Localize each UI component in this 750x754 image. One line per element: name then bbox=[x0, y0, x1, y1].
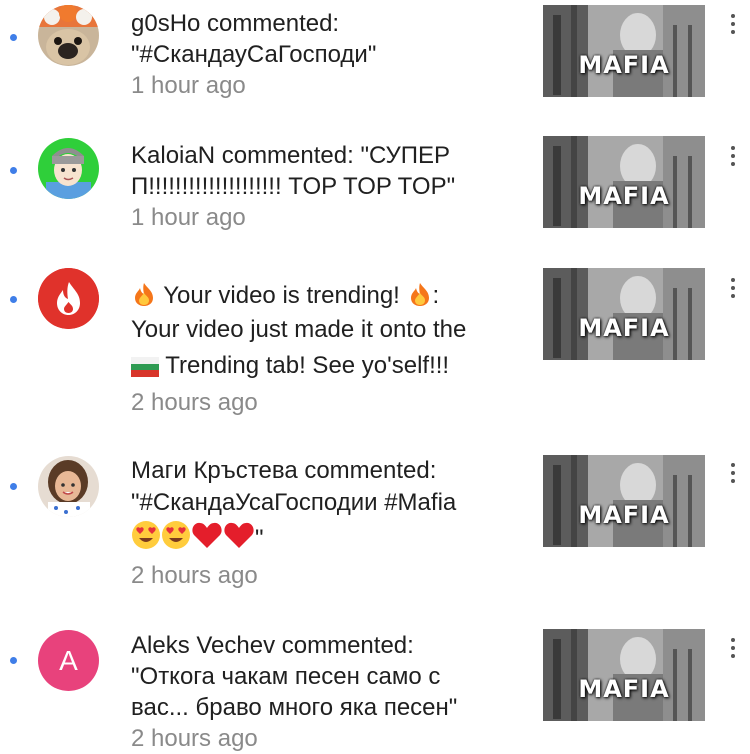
notification-time: 2 hours ago bbox=[131, 562, 258, 589]
notification-line: " bbox=[255, 525, 264, 552]
trending-flame-icon[interactable] bbox=[38, 268, 99, 329]
notification-time: 1 hour ago bbox=[131, 72, 246, 99]
notification-item[interactable]: g0sHo commented: "#СкандауСаГосподи" 1 h… bbox=[0, 0, 750, 130]
notification-item[interactable]: A Aleks Vechev commented: "Откога чакам … bbox=[0, 620, 750, 752]
notification-line: Your video just made it onto the bbox=[131, 316, 467, 343]
notification-line: "#СкандауСаГосподи" bbox=[131, 41, 377, 68]
notification-time: 2 hours ago bbox=[131, 389, 258, 416]
more-options-icon[interactable] bbox=[726, 638, 740, 662]
heart-eyes-emoji-icon bbox=[162, 521, 190, 549]
video-thumbnail[interactable]: MAFIA bbox=[543, 136, 705, 228]
notification-line: Маги Кръстева commented: bbox=[131, 457, 437, 484]
notification-text: Aleks Vechev commented: "Откога чакам пе… bbox=[131, 630, 506, 754]
notification-line: "#СкандаУсаГосподии #Mafia bbox=[131, 489, 457, 516]
notification-line: Your video is trending! bbox=[163, 282, 400, 309]
letter-a-avatar-icon[interactable]: A bbox=[38, 630, 99, 691]
more-options-icon[interactable] bbox=[726, 14, 740, 38]
girl-avatar-icon[interactable] bbox=[38, 456, 99, 517]
video-thumbnail[interactable]: MAFIA bbox=[543, 629, 705, 721]
notification-line: П!!!!!!!!!!!!!!!!!!!! TOP TOP TOP" bbox=[131, 173, 456, 200]
notification-item[interactable]: KaloiaN commented: "СУПЕР П!!!!!!!!!!!!!… bbox=[0, 130, 750, 260]
notification-line: : bbox=[432, 282, 440, 309]
video-thumbnail[interactable]: MAFIA bbox=[543, 5, 705, 97]
unread-dot bbox=[10, 167, 17, 174]
notification-text: KaloiaN commented: "СУПЕР П!!!!!!!!!!!!!… bbox=[131, 140, 506, 233]
thumbnail-title: MAFIA bbox=[578, 182, 670, 210]
heart-eyes-emoji-icon bbox=[132, 521, 160, 549]
notification-line: KaloiaN commented: "СУПЕР bbox=[131, 142, 451, 169]
pug-avatar-icon[interactable] bbox=[38, 5, 99, 66]
notification-line: вас... браво много яка песен" bbox=[131, 694, 458, 721]
notification-text: Your video is trending! : Your video jus… bbox=[131, 279, 506, 421]
red-heart-emoji-icon bbox=[224, 522, 254, 548]
notification-time: 1 hour ago bbox=[131, 204, 246, 231]
thumbnail-title: MAFIA bbox=[578, 51, 670, 79]
notification-line: Trending tab! See yo'self!!! bbox=[165, 352, 450, 379]
more-options-icon[interactable] bbox=[726, 278, 740, 302]
avatar-letter: A bbox=[59, 645, 78, 676]
thumbnail-title: MAFIA bbox=[578, 675, 670, 703]
notification-line: Aleks Vechev commented: bbox=[131, 632, 414, 659]
notification-line: g0sHo commented: bbox=[131, 10, 340, 37]
notification-item[interactable]: Маги Кръстева commented: "#СкандаУсаГосп… bbox=[0, 445, 750, 615]
unread-dot bbox=[10, 34, 17, 41]
video-thumbnail[interactable]: MAFIA bbox=[543, 455, 705, 547]
bulgaria-flag-icon bbox=[131, 357, 159, 377]
fire-emoji-icon bbox=[135, 283, 153, 306]
more-options-icon[interactable] bbox=[726, 146, 740, 170]
notification-text: Маги Кръстева commented: "#СкандаУсаГосп… bbox=[131, 455, 506, 593]
notification-text: g0sHo commented: "#СкандауСаГосподи" 1 h… bbox=[131, 8, 506, 101]
unread-dot bbox=[10, 657, 17, 664]
notification-line: "Откога чакам песен само с bbox=[131, 663, 441, 690]
thumbnail-title: MAFIA bbox=[578, 314, 670, 342]
red-heart-emoji-icon bbox=[192, 522, 222, 548]
fire-emoji-icon bbox=[410, 283, 429, 306]
cartoon-boy-avatar-icon[interactable] bbox=[38, 138, 99, 199]
unread-dot bbox=[10, 296, 17, 303]
notification-list: g0sHo commented: "#СкандауСаГосподи" 1 h… bbox=[0, 0, 750, 752]
unread-dot bbox=[10, 483, 17, 490]
more-options-icon[interactable] bbox=[726, 463, 740, 487]
video-thumbnail[interactable]: MAFIA bbox=[543, 268, 705, 360]
thumbnail-title: MAFIA bbox=[578, 501, 670, 529]
notification-item[interactable]: Your video is trending! : Your video jus… bbox=[0, 260, 750, 435]
notification-time: 2 hours ago bbox=[131, 725, 258, 752]
